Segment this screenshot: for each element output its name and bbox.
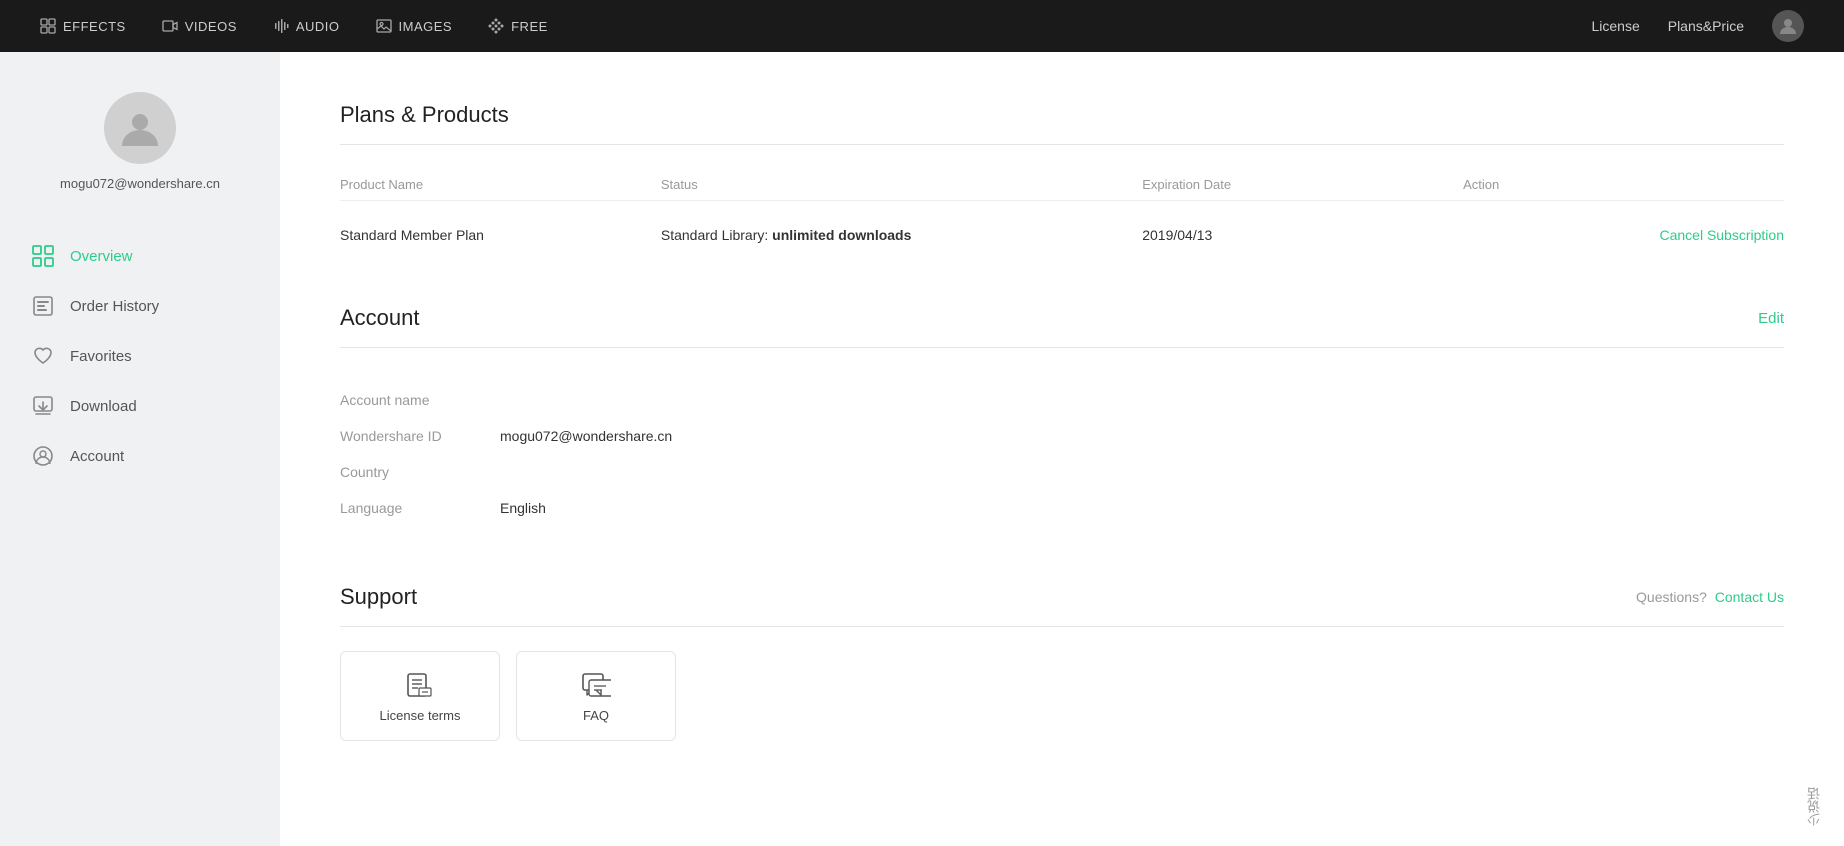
country-label: Country — [340, 464, 500, 480]
language-field: Language English — [340, 490, 1784, 526]
support-title: Support — [340, 584, 417, 610]
top-nav: EFFECTS VIDEOS AU — [0, 0, 1844, 52]
sidebar-nav: Overview Order History — [0, 231, 280, 481]
plans-table-header: Product Name Status Expiration Date Acti… — [340, 169, 1784, 201]
status-cell: Standard Library: unlimited downloads — [661, 227, 1142, 243]
sidebar-email: mogu072@wondershare.cn — [60, 176, 220, 191]
license-icon — [405, 670, 435, 700]
download-icon — [32, 395, 54, 417]
free-icon — [488, 18, 504, 34]
account-name-field: Account name — [340, 382, 1784, 418]
account-section: Account Edit Account name Wondershare ID… — [340, 305, 1784, 536]
plans-divider — [340, 144, 1784, 145]
header-product-name: Product Name — [340, 177, 661, 192]
edit-button[interactable]: Edit — [1758, 310, 1784, 327]
header-status: Status — [661, 177, 1142, 192]
sidebar-item-order-history[interactable]: Order History — [0, 281, 280, 331]
account-title: Account — [340, 305, 420, 331]
nav-item-effects[interactable]: EFFECTS — [40, 18, 126, 34]
license-terms-label: License terms — [380, 708, 461, 723]
status-bold: unlimited downloads — [772, 227, 911, 243]
sidebar-item-label-overview: Overview — [70, 248, 133, 265]
country-field: Country — [340, 454, 1784, 490]
effects-icon — [40, 18, 56, 34]
cancel-subscription-btn[interactable]: Cancel Subscription — [1463, 227, 1784, 243]
layout: mogu072@wondershare.cn Overview — [0, 52, 1844, 846]
order-icon — [32, 295, 54, 317]
license-terms-card[interactable]: License terms — [340, 651, 500, 741]
audio-icon — [273, 18, 289, 34]
sidebar-avatar-area: mogu072@wondershare.cn — [0, 92, 280, 221]
account-icon — [32, 445, 54, 467]
faq-label: FAQ — [583, 708, 609, 723]
account-divider — [340, 347, 1784, 348]
sidebar-item-download[interactable]: Download — [0, 381, 280, 431]
account-name-label: Account name — [340, 392, 500, 408]
table-row: Standard Member Plan Standard Library: u… — [340, 213, 1784, 257]
overview-icon — [32, 245, 54, 267]
wondershare-id-label: Wondershare ID — [340, 428, 500, 444]
support-divider — [340, 626, 1784, 627]
expiration-cell: 2019/04/13 — [1142, 227, 1463, 243]
plans-section: Plans & Products Product Name Status Exp… — [340, 102, 1784, 257]
top-nav-left: EFFECTS VIDEOS AU — [40, 18, 548, 34]
contact-us-link[interactable]: Contact Us — [1715, 589, 1784, 605]
sidebar-item-favorites[interactable]: Favorites — [0, 331, 280, 381]
nav-item-videos[interactable]: VIDEOS — [162, 18, 237, 34]
sidebar-item-label-account: Account — [70, 448, 124, 465]
support-section: Support Questions? Contact Us — [340, 584, 1784, 741]
product-name-cell: Standard Member Plan — [340, 227, 661, 243]
header-action: Action — [1463, 177, 1784, 192]
favorites-icon — [32, 345, 54, 367]
account-fields: Account name Wondershare ID mogu072@wond… — [340, 372, 1784, 536]
wondershare-id-field: Wondershare ID mogu072@wondershare.cn — [340, 418, 1784, 454]
nav-item-images[interactable]: IMAGES — [376, 18, 453, 34]
sidebar-item-overview[interactable]: Overview — [0, 231, 280, 281]
nav-item-free[interactable]: FREE — [488, 18, 548, 34]
wondershare-id-value: mogu072@wondershare.cn — [500, 428, 672, 444]
language-label: Language — [340, 500, 500, 516]
top-nav-right: License Plans&Price — [1591, 10, 1804, 42]
main-content: Plans & Products Product Name Status Exp… — [280, 52, 1844, 846]
images-icon — [376, 18, 392, 34]
sidebar-item-label-download: Download — [70, 398, 137, 415]
videos-icon — [162, 18, 178, 34]
corner-watermark: 少说话 — [1805, 787, 1824, 826]
faq-icon — [581, 670, 611, 700]
avatar — [104, 92, 176, 164]
sidebar-item-label-order: Order History — [70, 298, 159, 315]
header-expiration: Expiration Date — [1142, 177, 1463, 192]
faq-card[interactable]: FAQ — [516, 651, 676, 741]
license-link[interactable]: License — [1591, 18, 1639, 34]
plans-link[interactable]: Plans&Price — [1668, 18, 1744, 34]
sidebar: mogu072@wondershare.cn Overview — [0, 52, 280, 846]
sidebar-item-label-favorites: Favorites — [70, 348, 132, 365]
status-prefix: Standard Library: — [661, 227, 772, 243]
support-header: Support Questions? Contact Us — [340, 584, 1784, 610]
language-value: English — [500, 500, 546, 516]
account-header: Account Edit — [340, 305, 1784, 331]
plans-title: Plans & Products — [340, 102, 1784, 128]
support-questions: Questions? Contact Us — [1636, 589, 1784, 605]
nav-item-audio[interactable]: AUDIO — [273, 18, 340, 34]
sidebar-item-account[interactable]: Account — [0, 431, 280, 481]
user-avatar[interactable] — [1772, 10, 1804, 42]
support-cards: License terms FAQ — [340, 651, 1784, 741]
